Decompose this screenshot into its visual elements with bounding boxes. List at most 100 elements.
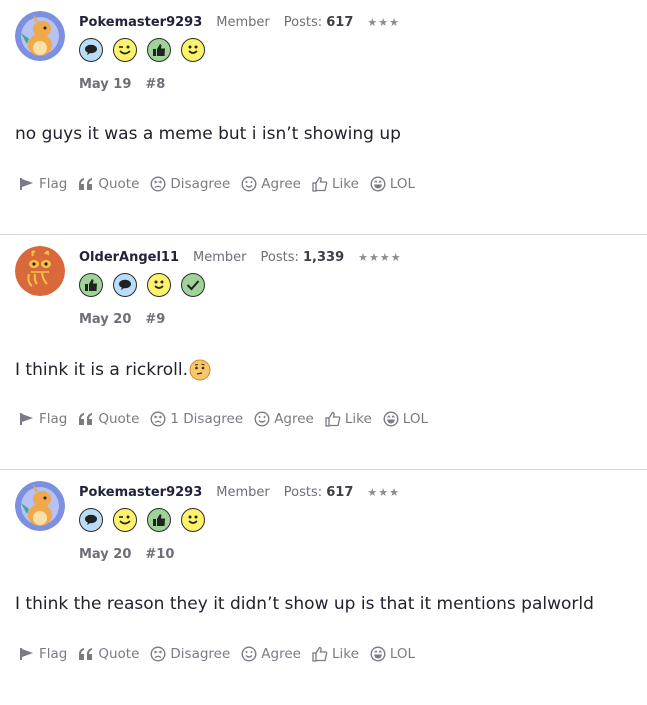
post-dateline: May 19 #8 xyxy=(79,77,165,92)
post-body: no guys it was a meme but i isn’t showin… xyxy=(15,124,401,144)
smile-icon[interactable] xyxy=(181,38,205,62)
quote-button[interactable]: Quote xyxy=(78,176,139,192)
post-count: Posts: 617 xyxy=(284,15,354,30)
disagree-label: Disagree xyxy=(170,646,231,662)
post-dateline: May 20 #10 xyxy=(79,547,174,562)
flag-icon xyxy=(20,178,33,190)
post-count-label: Posts: xyxy=(283,15,323,30)
wink-icon[interactable] xyxy=(113,508,137,532)
post-number[interactable]: #8 xyxy=(145,77,165,92)
frown-icon xyxy=(150,411,166,427)
post-number[interactable]: #9 xyxy=(145,312,165,327)
badge-row xyxy=(79,508,205,532)
frown-icon xyxy=(150,176,166,192)
quote-button[interactable]: Quote xyxy=(78,646,139,662)
smile-icon[interactable] xyxy=(147,273,171,297)
badge-row xyxy=(79,38,205,62)
smile-icon xyxy=(254,411,270,427)
post-count: Posts: 1,339 xyxy=(261,250,345,265)
like-button[interactable]: Like xyxy=(312,646,359,662)
smile-icon[interactable] xyxy=(181,508,205,532)
lol-button[interactable]: LOL xyxy=(370,176,415,192)
username[interactable]: OlderAngel11 xyxy=(79,250,179,265)
thumbs-up-icon xyxy=(325,411,341,427)
thumbs-up-icon xyxy=(312,646,328,662)
lol-button[interactable]: LOL xyxy=(383,411,428,427)
post-count-value: 617 xyxy=(326,15,354,30)
badge-row xyxy=(79,273,205,297)
post-body: I think the reason they it didn’t show u… xyxy=(15,594,594,614)
wink-icon[interactable] xyxy=(113,38,137,62)
agree-label: Agree xyxy=(261,646,301,662)
lol-label: LOL xyxy=(402,411,428,427)
agree-button[interactable]: Agree xyxy=(254,411,314,427)
speech-bubble-icon[interactable] xyxy=(79,508,103,532)
rank-stars: ★★★ xyxy=(367,16,400,29)
avatar[interactable] xyxy=(15,11,65,61)
post-count: Posts: 617 xyxy=(284,485,354,500)
agree-button[interactable]: Agree xyxy=(241,646,301,662)
lol-button[interactable]: LOL xyxy=(370,646,415,662)
user-role: Member xyxy=(216,485,270,500)
smile-icon xyxy=(241,646,257,662)
like-button[interactable]: Like xyxy=(312,176,359,192)
thinking-emoji-icon xyxy=(189,359,211,381)
post-body: I think it is a rickroll. xyxy=(15,359,211,381)
post-meta: OlderAngel11 Member Posts: 1,339 ★★★★ xyxy=(79,250,402,265)
post-9: OlderAngel11 Member Posts: 1,339 ★★★★ Ma… xyxy=(0,235,647,470)
flag-label: Flag xyxy=(39,411,68,427)
post-count-value: 1,339 xyxy=(303,250,345,265)
avatar[interactable] xyxy=(15,246,65,296)
laugh-icon xyxy=(370,646,386,662)
flag-button[interactable]: Flag xyxy=(19,411,67,427)
flag-button[interactable]: Flag xyxy=(19,646,67,662)
post-actions: Flag Quote Disagree Agree Like LOL xyxy=(19,646,415,662)
quote-icon xyxy=(79,413,93,425)
disagree-button[interactable]: Disagree xyxy=(150,646,230,662)
frown-icon xyxy=(150,646,166,662)
post-date[interactable]: May 20 xyxy=(79,312,131,327)
thumbs-up-icon[interactable] xyxy=(79,273,103,297)
quote-label: Quote xyxy=(98,176,140,192)
speech-bubble-icon[interactable] xyxy=(79,38,103,62)
post-10: Pokemaster9293 Member Posts: 617 ★★★ May… xyxy=(0,470,647,705)
like-label: Like xyxy=(331,646,359,662)
flag-icon xyxy=(20,648,33,660)
post-number[interactable]: #10 xyxy=(145,547,174,562)
post-text: I think it is a rickroll. xyxy=(15,360,188,380)
post-text: I think the reason they it didn’t show u… xyxy=(15,594,594,614)
disagree-button[interactable]: 1 Disagree xyxy=(150,411,243,427)
rank-stars: ★★★★ xyxy=(358,251,402,264)
like-button[interactable]: Like xyxy=(325,411,372,427)
agree-label: Agree xyxy=(261,176,301,192)
avatar[interactable] xyxy=(15,481,65,531)
rank-stars: ★★★ xyxy=(367,486,400,499)
thumbs-up-icon[interactable] xyxy=(147,508,171,532)
check-icon[interactable] xyxy=(181,273,205,297)
username[interactable]: Pokemaster9293 xyxy=(79,485,202,500)
quote-button[interactable]: Quote xyxy=(78,411,139,427)
post-count-value: 617 xyxy=(326,485,354,500)
flag-button[interactable]: Flag xyxy=(19,176,67,192)
post-meta: Pokemaster9293 Member Posts: 617 ★★★ xyxy=(79,15,400,30)
flag-icon xyxy=(20,413,33,425)
post-date[interactable]: May 19 xyxy=(79,77,131,92)
post-date[interactable]: May 20 xyxy=(79,547,131,562)
disagree-label: Disagree xyxy=(170,176,231,192)
post-actions: Flag Quote 1 Disagree Agree Like LOL xyxy=(19,411,428,427)
quote-icon xyxy=(79,178,93,190)
post-8: Pokemaster9293 Member Posts: 617 ★★★ May… xyxy=(0,0,647,235)
disagree-label: 1 Disagree xyxy=(170,411,244,427)
quote-icon xyxy=(79,648,93,660)
thumbs-up-icon[interactable] xyxy=(147,38,171,62)
agree-button[interactable]: Agree xyxy=(241,176,301,192)
laugh-icon xyxy=(383,411,399,427)
speech-bubble-icon[interactable] xyxy=(113,273,137,297)
post-text: no guys it was a meme but i isn’t showin… xyxy=(15,124,401,144)
username[interactable]: Pokemaster9293 xyxy=(79,15,202,30)
post-count-label: Posts: xyxy=(260,250,299,265)
smile-icon xyxy=(241,176,257,192)
lol-label: LOL xyxy=(389,646,416,662)
user-role: Member xyxy=(193,250,247,265)
disagree-button[interactable]: Disagree xyxy=(150,176,230,192)
